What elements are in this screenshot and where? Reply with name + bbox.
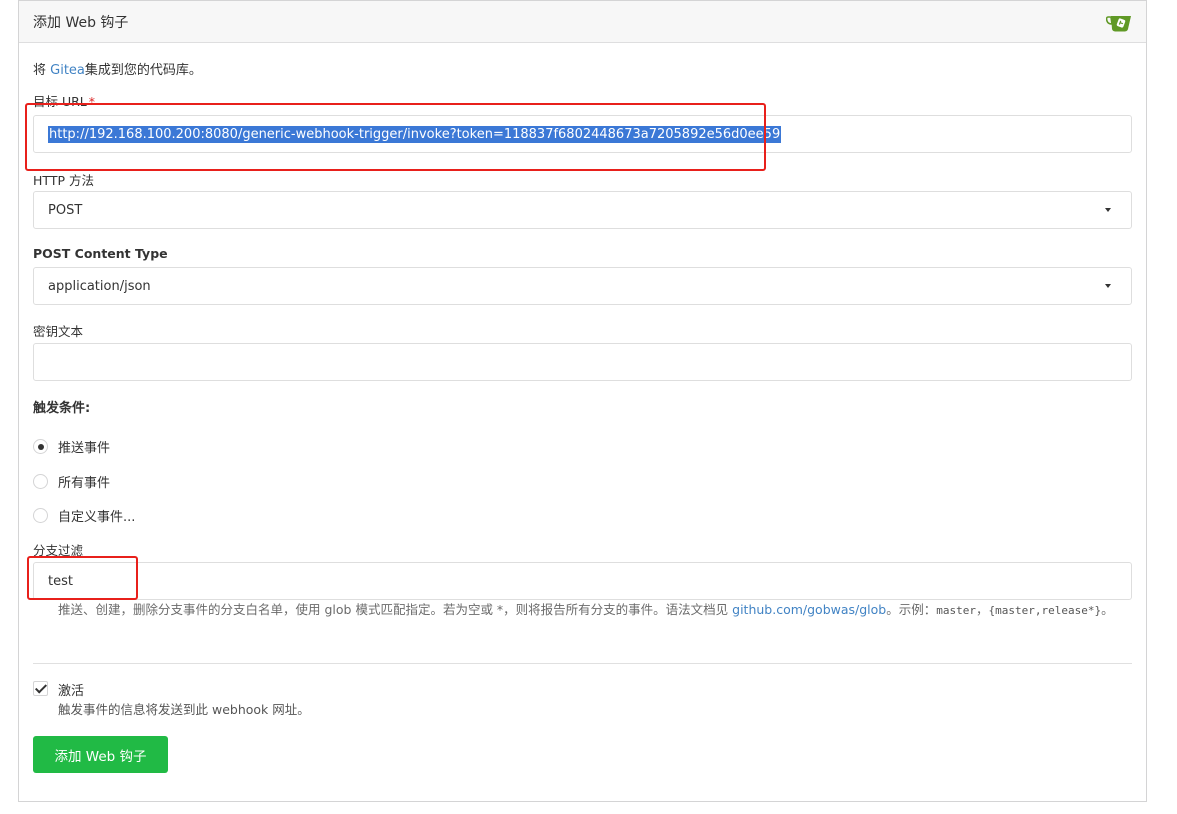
intro-text: 将 Gitea集成到您的代码库。 <box>33 63 202 78</box>
radio-button[interactable] <box>33 474 48 489</box>
target-url-input[interactable]: http://192.168.100.200:8080/generic-webh… <box>33 115 1132 153</box>
caret-down-icon <box>1105 208 1111 212</box>
trigger-option-all[interactable]: 所有事件 <box>33 472 110 491</box>
branch-filter-input[interactable]: test <box>33 562 1132 600</box>
radio-button[interactable] <box>33 508 48 523</box>
content-type-value: application/json <box>48 278 151 294</box>
gitea-link[interactable]: Gitea <box>50 63 85 78</box>
content-type-select[interactable]: application/json <box>33 267 1132 305</box>
page-title: 添加 Web 钩子 <box>33 14 129 31</box>
webhook-panel: 添加 Web 钩子 将 Gitea集成到您的代码库。 目标 URL * http:… <box>18 0 1147 802</box>
trigger-option-custom[interactable]: 自定义事件... <box>33 506 135 525</box>
active-help: 触发事件的信息将发送到此 webhook 网址。 <box>58 702 310 717</box>
active-checkbox-row[interactable]: 激活 触发事件的信息将发送到此 webhook 网址。 <box>33 680 310 718</box>
gitea-teacup-icon <box>1106 15 1131 31</box>
secret-label: 密钥文本 <box>33 324 84 339</box>
active-label: 激活 <box>58 684 85 699</box>
divider <box>33 663 1132 664</box>
branch-filter-help: 推送、创建，删除分支事件的分支白名单，使用 glob 模式匹配指定。若为空或 *… <box>58 602 1114 617</box>
secret-input[interactable] <box>33 343 1132 381</box>
caret-down-icon <box>1105 284 1111 288</box>
glob-docs-link[interactable]: github.com/gobwas/glob <box>732 602 886 617</box>
add-webhook-button[interactable]: 添加 Web 钩子 <box>33 736 168 773</box>
active-checkbox[interactable] <box>33 681 48 696</box>
radio-button[interactable] <box>33 439 48 454</box>
http-method-label: HTTP 方法 <box>33 173 94 188</box>
trigger-option-push[interactable]: 推送事件 <box>33 437 110 456</box>
panel-header: 添加 Web 钩子 <box>19 1 1146 43</box>
http-method-select[interactable]: POST <box>33 191 1132 229</box>
branch-filter-label: 分支过滤 <box>33 543 84 558</box>
http-method-value: POST <box>48 202 83 218</box>
target-url-label: 目标 URL * <box>33 94 96 109</box>
target-url-value: http://192.168.100.200:8080/generic-webh… <box>48 125 782 143</box>
branch-filter-value: test <box>48 573 73 589</box>
content-type-label: POST Content Type <box>33 246 168 261</box>
trigger-label: 触发条件: <box>33 401 91 416</box>
